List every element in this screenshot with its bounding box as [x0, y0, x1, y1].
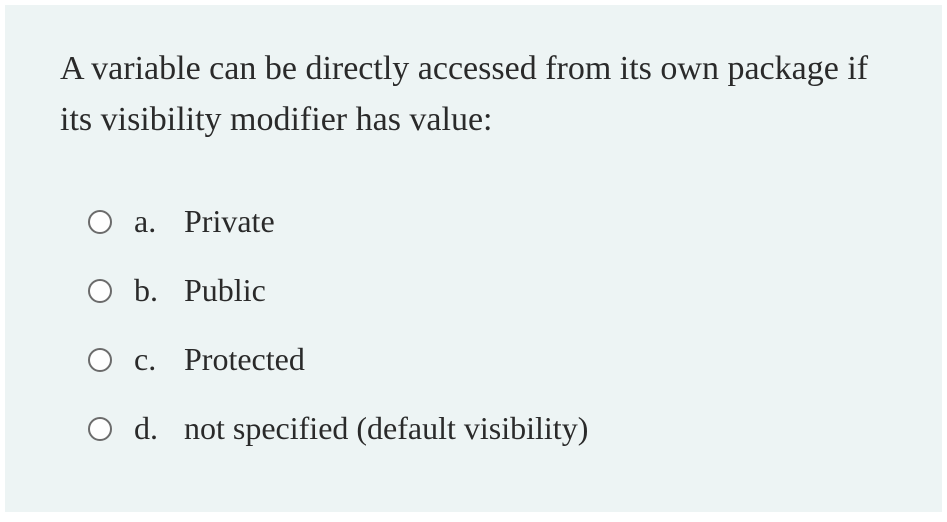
option-a[interactable]: a. Private — [88, 203, 887, 240]
option-letter: d. — [134, 410, 176, 447]
option-letter: c. — [134, 341, 176, 378]
option-b[interactable]: b. Public — [88, 272, 887, 309]
radio-icon[interactable] — [88, 417, 112, 441]
question-container: A variable can be directly accessed from… — [5, 5, 942, 512]
option-label: Protected — [184, 341, 305, 378]
option-d[interactable]: d. not specified (default visibility) — [88, 410, 887, 447]
radio-icon[interactable] — [88, 210, 112, 234]
option-label: Private — [184, 203, 275, 240]
option-letter: a. — [134, 203, 176, 240]
option-c[interactable]: c. Protected — [88, 341, 887, 378]
radio-icon[interactable] — [88, 348, 112, 372]
option-label: Public — [184, 272, 266, 309]
radio-icon[interactable] — [88, 279, 112, 303]
question-text: A variable can be directly accessed from… — [60, 43, 887, 145]
option-label: not specified (default visibility) — [184, 410, 588, 447]
options-list: a. Private b. Public c. Protected d. not… — [60, 203, 887, 447]
option-letter: b. — [134, 272, 176, 309]
